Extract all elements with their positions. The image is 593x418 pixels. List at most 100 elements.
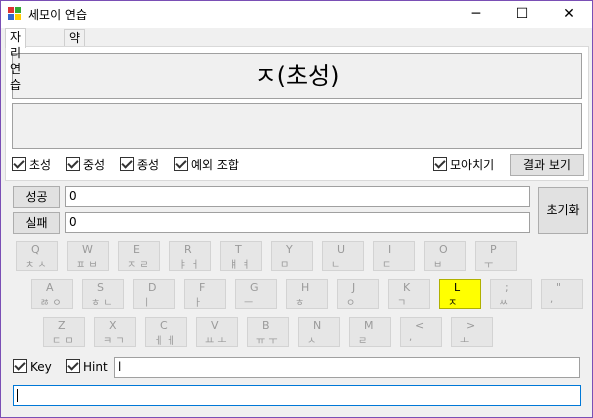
key-latin-label: S [97,281,104,294]
view-results-button[interactable]: 결과 보기 [510,154,584,176]
exception-combination-checkbox[interactable]: 예외 조합 [174,157,239,173]
key-latin-label: Y [286,243,293,256]
checkbox-checked-icon [13,359,27,373]
key-latin-label: F [199,281,206,294]
maximize-button[interactable]: ☐ [499,1,545,28]
keyboard-key: <, [400,317,442,347]
keyboard-key: S ㅎ ㄴ [82,279,124,309]
keyboard-key: Pㅜ [475,241,517,271]
keyboard-key: Kㄱ [388,279,430,309]
fail-label: 실패 [13,212,60,234]
jongseong-checkbox[interactable]: 종성 [120,157,159,173]
keyboard-key: B ㅠ ㅜ [247,317,289,347]
reset-button[interactable]: 초기화 [538,187,588,234]
checkbox-checked-icon [174,157,188,171]
key-latin-label: X [109,319,117,332]
key-hangul-label: ㄱ [397,298,407,309]
key-hangul-label: ㅎ [295,298,305,309]
key-latin-label: T [235,243,242,256]
key-hangul-label: ㅈ ㄹ [127,260,149,271]
key-latin-label: " [556,281,562,294]
key-latin-label: B [262,319,270,332]
key-hangul-label: ㅠ ㅜ [256,336,278,347]
keyboard-key: X ㅋ ㄱ [94,317,136,347]
close-icon: ✕ [563,6,575,22]
key-hangul-label: ㅆ [499,298,509,309]
key-hangul-label: ㅑ ㅓ [178,260,200,271]
keyboard-key: Iㄷ [373,241,415,271]
key-hangul-label: ㅂ [433,260,443,271]
key-latin-label: A [46,281,54,294]
jungseong-checkbox[interactable]: 중성 [66,157,105,173]
key-hangul-label: ㅒ ㅕ [229,260,251,271]
key-hangul-label: ㅛ ㅗ [205,336,227,347]
tab-position-practice[interactable]: 자리연습 [5,28,27,92]
success-count: 0 [65,186,530,207]
keyboard-key: E ㅈ ㄹ [118,241,160,271]
key-latin-label: H [301,281,310,294]
checkbox-checked-icon [66,359,80,373]
key-latin-label: D [148,281,157,294]
moachigi-checkbox[interactable]: 모아치기 [433,157,494,173]
key-latin-label: O [439,243,448,256]
key-checkbox[interactable]: Key [13,359,52,375]
text-caret [17,389,18,402]
choseong-checkbox[interactable]: 초성 [12,157,51,173]
secondary-display [12,103,582,149]
keyboard-key: Gㅡ [235,279,277,309]
key-hangul-label: ㄷ [382,260,392,271]
keyboard-key: Oㅂ [424,241,466,271]
key-latin-label: ; [505,281,509,294]
key-latin-label: L [454,281,461,294]
keyboard-key: > ㅗ [451,317,493,347]
key-hangul-label: ㄹ [358,336,368,347]
key-hangul-label: ㄴ [331,260,341,271]
key-hangul-label: ㅏ [193,298,203,309]
checkbox-checked-icon [12,157,26,171]
maximize-icon: ☐ [515,6,529,22]
target-display: ㅈ(초성) [12,53,582,99]
key-latin-label: Z [58,319,66,332]
key-latin-label: R [184,243,192,256]
key-latin-label: > [466,319,476,332]
key-latin-label: < [415,319,425,332]
key-latin-label: P [490,243,497,256]
window-title: 세모이 연습 [28,8,88,22]
checkbox-checked-icon [120,157,134,171]
key-latin-label: U [337,243,346,256]
checkbox-checked-icon [433,157,447,171]
close-button[interactable]: ✕ [546,1,592,28]
key-latin-label: I [388,243,392,256]
keyboard-key: Q ㅊ ㅅ [16,241,58,271]
key-hangul-label: ㅡ [244,298,254,309]
key-hangul-label: ㅋ ㄱ [103,336,125,347]
keyboard-key: Mㄹ [349,317,391,347]
key-latin-label: N [313,319,322,332]
key-latin-label: K [403,281,411,294]
app-icon [8,7,22,21]
keyboard-key: R ㅑ ㅓ [169,241,211,271]
key-hangul-label: ㄷ ㅁ [52,336,74,347]
key-latin-label: W [82,243,93,256]
minimize-icon: ─ [471,6,481,22]
keyboard-key: Dㅣ [133,279,175,309]
title-bar: 세모이 연습 ─ ☐ ✕ [1,1,592,28]
key-latin-label: J [352,281,356,294]
keyboard-key: Jㅇ [337,279,379,309]
key-latin-label: Q [31,243,40,256]
key-hangul-label: ㅀ ㅇ [40,298,62,309]
keyboard-key: Fㅏ [184,279,226,309]
keyboard-key: T ㅒ ㅕ [220,241,262,271]
key-latin-label: E [133,243,140,256]
key-hangul-label: ㅁ [280,260,290,271]
key-hangul-label: ㅜ [484,260,494,271]
key-hangul-label: ㅅ [307,336,317,347]
typing-input[interactable] [13,385,581,406]
key-hangul-label: ㅣ [142,298,152,309]
keyboard-key: Yㅁ [271,241,313,271]
minimize-button[interactable]: ─ [453,1,499,28]
practice-panel: ㅈ(초성) 초성 중성 종성 예외 조합 모아치기 결과 보기 [5,46,589,181]
hint-checkbox[interactable]: Hint [66,359,108,375]
keyboard-key: Nㅅ [298,317,340,347]
keyboard-key: Hㅎ [286,279,328,309]
